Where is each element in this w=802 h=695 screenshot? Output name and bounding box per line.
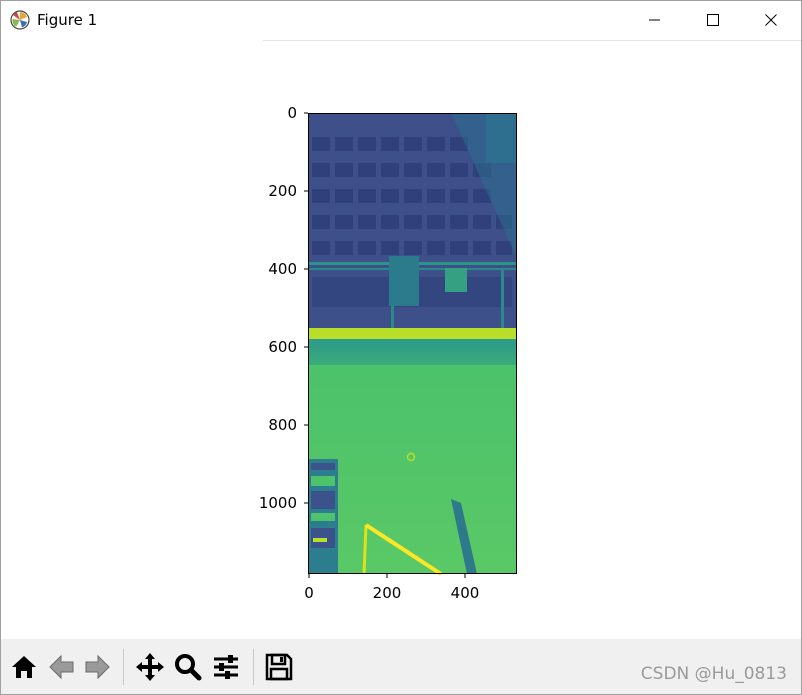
y-tick-label: 600: [268, 338, 297, 356]
x-tick-label: 0: [304, 584, 314, 602]
save-icon: [265, 653, 293, 681]
image-display: [308, 113, 516, 576]
maximize-icon: [707, 14, 719, 26]
plot-area: 0 200 400 600 800 1000 0 200 400: [259, 104, 517, 602]
minimize-button[interactable]: [626, 1, 684, 39]
forward-arrow-icon: [85, 654, 110, 680]
close-button[interactable]: [742, 1, 800, 39]
y-tick-label: 800: [268, 416, 297, 434]
save-button[interactable]: [262, 649, 296, 685]
forward-button[interactable]: [81, 649, 115, 685]
pan-button[interactable]: [133, 649, 167, 685]
configure-subplots-icon: [214, 655, 238, 679]
y-tick-label: 400: [268, 260, 297, 278]
toolbar-separator: [253, 649, 254, 685]
y-tick-label: 200: [268, 182, 297, 200]
matplotlib-icon: [10, 10, 30, 30]
y-axis: 0 200 400 600 800 1000: [259, 104, 308, 512]
x-axis: 0 200 400: [304, 574, 479, 602]
window-title: Figure 1: [37, 11, 98, 29]
x-tick-label: 400: [451, 584, 480, 602]
back-button[interactable]: [44, 649, 78, 685]
minimize-icon: [649, 19, 660, 21]
home-icon: [12, 656, 36, 678]
zoom-icon: [175, 654, 202, 681]
title-bar[interactable]: Figure 1: [1, 1, 801, 39]
navigation-toolbar: CSDN @Hu_0813: [1, 639, 801, 694]
zoom-button[interactable]: [171, 649, 205, 685]
figure-window: Figure 1 0 200 400 600 800 1000 0 200 40…: [0, 0, 802, 695]
watermark-text: CSDN @Hu_0813: [640, 664, 787, 684]
figure-canvas[interactable]: 0 200 400 600 800 1000 0 200 400: [1, 41, 801, 639]
y-tick-label: 0: [287, 104, 297, 122]
back-arrow-icon: [49, 654, 74, 680]
configure-subplots-button[interactable]: [209, 649, 243, 685]
toolbar-separator: [123, 649, 124, 685]
y-tick-label: 1000: [259, 494, 297, 512]
x-tick-label: 200: [373, 584, 402, 602]
close-icon: [765, 14, 777, 26]
pan-icon: [136, 653, 164, 681]
maximize-button[interactable]: [684, 1, 742, 39]
home-button[interactable]: [7, 649, 41, 685]
